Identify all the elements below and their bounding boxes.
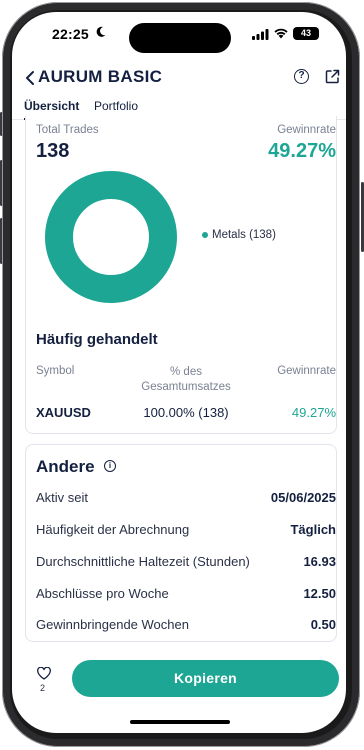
stat-label-avg-holding-time: Durchschnittliche Haltezeit (Stunden) — [36, 554, 250, 569]
total-trades-label: Total Trades — [36, 124, 99, 136]
stat-value-avg-holding-time: 16.93 — [303, 554, 336, 569]
chart-legend: Metals (138) — [202, 229, 276, 241]
category-donut-chart — [45, 171, 177, 303]
stat-label-active-since: Aktiv seit — [36, 490, 89, 505]
phone-screen: 22:25 43 AURUM BASIC ? Übersicht Portfol… — [12, 12, 346, 733]
dynamic-island — [129, 23, 231, 53]
page-title: AURUM BASIC — [38, 67, 163, 86]
stat-row: Durchschnittliche Haltezeit (Stunden) 16… — [36, 554, 336, 574]
row-symbol: XAUUSD — [36, 405, 91, 420]
frequently-traded-title: Häufig gehandelt — [36, 331, 158, 348]
win-rate-label: Gewinnrate — [277, 124, 336, 136]
stat-value-trades-per-week: 12.50 — [303, 586, 336, 601]
row-share: 100.00% (138) — [143, 405, 229, 420]
legend-label-metals: Metals (138) — [212, 229, 276, 241]
heart-icon[interactable] — [37, 667, 51, 680]
share-icon[interactable] — [325, 69, 340, 84]
donut-slice-metals — [45, 171, 177, 303]
column-header-share: % des Gesamtumsatzes — [141, 366, 231, 393]
home-indicator — [130, 720, 230, 724]
signal-icon — [252, 29, 269, 40]
wifi-icon — [274, 28, 288, 39]
stat-value-profitable-weeks: 0.50 — [310, 617, 336, 632]
info-icon[interactable]: i — [104, 460, 116, 472]
copy-button[interactable]: Kopieren — [72, 660, 339, 697]
row-win-rate: 49.27% — [291, 405, 336, 420]
other-title: Andere — [36, 457, 95, 476]
legend-dot-metals — [202, 232, 208, 238]
help-icon[interactable]: ? — [294, 69, 309, 84]
total-trades-value: 138 — [36, 140, 70, 162]
tab-portfolio[interactable]: Portfolio — [94, 99, 138, 113]
status-time: 22:25 — [52, 26, 89, 42]
statistics-card: Total Trades Gewinnrate 138 49.27% Metal… — [25, 116, 337, 434]
battery-indicator: 43 — [293, 27, 319, 40]
tab-overview[interactable]: Übersicht — [24, 99, 80, 120]
stat-row: Abschlüsse pro Woche 12.50 — [36, 586, 336, 606]
column-header-symbol: Symbol — [36, 365, 75, 377]
stat-label-profitable-weeks: Gewinnbringende Wochen — [36, 617, 189, 632]
status-bar: 22:25 43 — [12, 12, 346, 56]
stat-value-active-since: 05/06/2025 — [270, 490, 336, 505]
other-card: Andere i Aktiv seit 05/06/2025 Häufigkei… — [25, 444, 337, 642]
column-header-win-rate: Gewinnrate — [277, 365, 336, 377]
stat-value-billing-frequency: Täglich — [290, 522, 336, 537]
stat-row: Häufigkeit der Abrechnung Täglich — [36, 522, 336, 542]
back-icon[interactable] — [24, 70, 38, 86]
stat-row: Gewinnbringende Wochen 0.50 — [36, 617, 336, 637]
moon-icon — [96, 26, 106, 37]
favorites-count: 2 — [40, 683, 46, 693]
stat-row: Aktiv seit 05/06/2025 — [36, 490, 336, 510]
stat-label-billing-frequency: Häufigkeit der Abrechnung — [36, 522, 190, 537]
stat-label-trades-per-week: Abschlüsse pro Woche — [36, 586, 169, 601]
win-rate-value: 49.27% — [268, 140, 336, 162]
